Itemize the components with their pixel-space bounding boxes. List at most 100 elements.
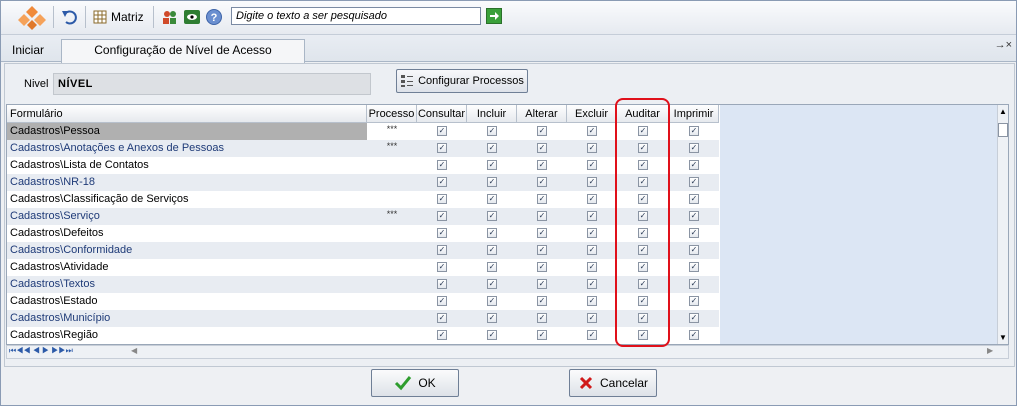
permission-checkbox[interactable]: ✓ bbox=[487, 160, 497, 170]
table-row[interactable]: Cadastros\Lista de Contatos ✓ ✓ ✓ ✓ ✓ ✓ bbox=[7, 157, 719, 174]
permission-checkbox[interactable]: ✓ bbox=[437, 330, 447, 340]
permission-checkbox[interactable]: ✓ bbox=[587, 296, 597, 306]
undo-icon[interactable] bbox=[61, 8, 79, 26]
table-row[interactable]: Cadastros\Conformidade ✓ ✓ ✓ ✓ ✓ ✓ bbox=[7, 242, 719, 259]
permission-checkbox[interactable]: ✓ bbox=[437, 126, 447, 136]
form-name-cell[interactable]: Cadastros\Lista de Contatos bbox=[7, 157, 367, 174]
permission-checkbox[interactable]: ✓ bbox=[587, 194, 597, 204]
form-name-cell[interactable]: Cadastros\Município bbox=[7, 310, 367, 327]
table-row[interactable]: Cadastros\Estado ✓ ✓ ✓ ✓ ✓ ✓ bbox=[7, 293, 719, 310]
matriz-button[interactable]: Matriz bbox=[93, 8, 144, 26]
permission-checkbox[interactable]: ✓ bbox=[587, 143, 597, 153]
permission-checkbox[interactable]: ✓ bbox=[638, 313, 648, 323]
table-row[interactable]: Cadastros\Município ✓ ✓ ✓ ✓ ✓ ✓ bbox=[7, 310, 719, 327]
permission-checkbox[interactable]: ✓ bbox=[638, 228, 648, 238]
permission-checkbox[interactable]: ✓ bbox=[638, 296, 648, 306]
form-name-cell[interactable]: Cadastros\Estado bbox=[7, 293, 367, 310]
permission-checkbox[interactable]: ✓ bbox=[537, 211, 547, 221]
permission-checkbox[interactable]: ✓ bbox=[638, 143, 648, 153]
permission-checkbox[interactable]: ✓ bbox=[638, 279, 648, 289]
permission-checkbox[interactable]: ✓ bbox=[689, 177, 699, 187]
permission-checkbox[interactable]: ✓ bbox=[689, 143, 699, 153]
permission-checkbox[interactable]: ✓ bbox=[437, 211, 447, 221]
permission-checkbox[interactable]: ✓ bbox=[638, 177, 648, 187]
permission-checkbox[interactable]: ✓ bbox=[437, 313, 447, 323]
permission-checkbox[interactable]: ✓ bbox=[537, 296, 547, 306]
configure-processes-button[interactable]: Configurar Processos bbox=[396, 69, 528, 93]
permission-checkbox[interactable]: ✓ bbox=[437, 245, 447, 255]
permission-checkbox[interactable]: ✓ bbox=[689, 330, 699, 340]
permission-checkbox[interactable]: ✓ bbox=[689, 211, 699, 221]
app-logo-icon[interactable] bbox=[17, 5, 47, 31]
permission-checkbox[interactable]: ✓ bbox=[587, 313, 597, 323]
table-row[interactable]: Cadastros\Atividade ✓ ✓ ✓ ✓ ✓ ✓ bbox=[7, 259, 719, 276]
permission-checkbox[interactable]: ✓ bbox=[638, 194, 648, 204]
permission-checkbox[interactable]: ✓ bbox=[487, 330, 497, 340]
permission-checkbox[interactable]: ✓ bbox=[487, 296, 497, 306]
permission-checkbox[interactable]: ✓ bbox=[487, 262, 497, 272]
permission-checkbox[interactable]: ✓ bbox=[437, 279, 447, 289]
permission-checkbox[interactable]: ✓ bbox=[587, 330, 597, 340]
tab-access-level-config[interactable]: Configuração de Nível de Acesso bbox=[61, 39, 305, 63]
form-name-cell[interactable]: Cadastros\NR-18 bbox=[7, 174, 367, 191]
permission-checkbox[interactable]: ✓ bbox=[487, 143, 497, 153]
permission-checkbox[interactable]: ✓ bbox=[487, 211, 497, 221]
column-header[interactable]: Incluir bbox=[467, 105, 517, 123]
form-name-cell[interactable]: Cadastros\Textos bbox=[7, 276, 367, 293]
permission-checkbox[interactable]: ✓ bbox=[587, 126, 597, 136]
form-name-cell[interactable]: Cadastros\Defeitos bbox=[7, 225, 367, 242]
permission-checkbox[interactable]: ✓ bbox=[587, 279, 597, 289]
search-input[interactable]: Digite o texto a ser pesquisado bbox=[231, 7, 481, 25]
nivel-field[interactable]: NÍVEL bbox=[53, 73, 371, 95]
permission-checkbox[interactable]: ✓ bbox=[689, 313, 699, 323]
help-icon[interactable]: ? bbox=[205, 8, 223, 26]
table-row[interactable]: Cadastros\Classificação de Serviços ✓ ✓ ✓ ✓ ✓… bbox=[7, 191, 719, 208]
permission-checkbox[interactable]: ✓ bbox=[689, 245, 699, 255]
form-name-cell[interactable]: Cadastros\Classificação de Serviços bbox=[7, 191, 367, 208]
permission-checkbox[interactable]: ✓ bbox=[437, 143, 447, 153]
permission-checkbox[interactable]: ✓ bbox=[537, 160, 547, 170]
table-row[interactable]: Cadastros\Serviço *** ✓ ✓ ✓ ✓ ✓ ✓ bbox=[7, 208, 719, 225]
permission-checkbox[interactable]: ✓ bbox=[537, 126, 547, 136]
permission-checkbox[interactable]: ✓ bbox=[689, 262, 699, 272]
column-header[interactable]: Consultar bbox=[417, 105, 467, 123]
table-row[interactable]: Cadastros\NR-18 ✓ ✓ ✓ ✓ ✓ ✓ bbox=[7, 174, 719, 191]
vertical-scrollbar[interactable]: ▲ ▼ bbox=[997, 105, 1008, 344]
permission-checkbox[interactable]: ✓ bbox=[487, 279, 497, 289]
column-header[interactable]: Excluir bbox=[567, 105, 617, 123]
table-row[interactable]: Cadastros\Anotações e Anexos de Pessoas *… bbox=[7, 140, 719, 157]
permission-checkbox[interactable]: ✓ bbox=[638, 245, 648, 255]
permission-checkbox[interactable]: ✓ bbox=[537, 245, 547, 255]
permission-checkbox[interactable]: ✓ bbox=[537, 177, 547, 187]
form-name-cell[interactable]: Cadastros\Serviço bbox=[7, 208, 367, 225]
permission-checkbox[interactable]: ✓ bbox=[587, 245, 597, 255]
ok-button[interactable]: OK bbox=[371, 369, 459, 397]
view-icon[interactable] bbox=[183, 8, 201, 26]
permission-checkbox[interactable]: ✓ bbox=[689, 296, 699, 306]
table-row[interactable]: Cadastros\Pessoa *** ✓ ✓ ✓ ✓ ✓ ✓ bbox=[7, 123, 719, 140]
permission-checkbox[interactable]: ✓ bbox=[437, 262, 447, 272]
permission-checkbox[interactable]: ✓ bbox=[638, 330, 648, 340]
record-navigator[interactable]: ⏮◀◀ ◀ ▶ ▶▶⏭ bbox=[9, 346, 73, 356]
table-row[interactable]: Cadastros\Textos ✓ ✓ ✓ ✓ ✓ ✓ bbox=[7, 276, 719, 293]
permission-checkbox[interactable]: ✓ bbox=[587, 211, 597, 221]
tab-pin-close-icon[interactable]: →× bbox=[995, 39, 1012, 51]
permission-checkbox[interactable]: ✓ bbox=[537, 279, 547, 289]
permission-checkbox[interactable]: ✓ bbox=[537, 262, 547, 272]
permission-checkbox[interactable]: ✓ bbox=[437, 177, 447, 187]
permission-checkbox[interactable]: ✓ bbox=[587, 160, 597, 170]
table-row[interactable]: Cadastros\Região ✓ ✓ ✓ ✓ ✓ ✓ bbox=[7, 327, 719, 344]
table-row[interactable]: Cadastros\Defeitos ✓ ✓ ✓ ✓ ✓ ✓ bbox=[7, 225, 719, 242]
permission-checkbox[interactable]: ✓ bbox=[689, 228, 699, 238]
column-header[interactable]: Alterar bbox=[517, 105, 567, 123]
permission-checkbox[interactable]: ✓ bbox=[537, 194, 547, 204]
form-name-cell[interactable]: Cadastros\Região bbox=[7, 327, 367, 344]
permission-checkbox[interactable]: ✓ bbox=[437, 194, 447, 204]
column-header[interactable]: Auditar bbox=[617, 105, 669, 123]
permission-checkbox[interactable]: ✓ bbox=[689, 126, 699, 136]
permission-checkbox[interactable]: ✓ bbox=[487, 177, 497, 187]
horizontal-scrollbar[interactable]: ⏮◀◀ ◀ ▶ ▶▶⏭ ◀ ▶ bbox=[6, 345, 1009, 359]
form-name-cell[interactable]: Cadastros\Pessoa bbox=[7, 123, 367, 140]
cancel-button[interactable]: Cancelar bbox=[569, 369, 657, 397]
start-label[interactable]: Iniciar bbox=[7, 43, 49, 57]
